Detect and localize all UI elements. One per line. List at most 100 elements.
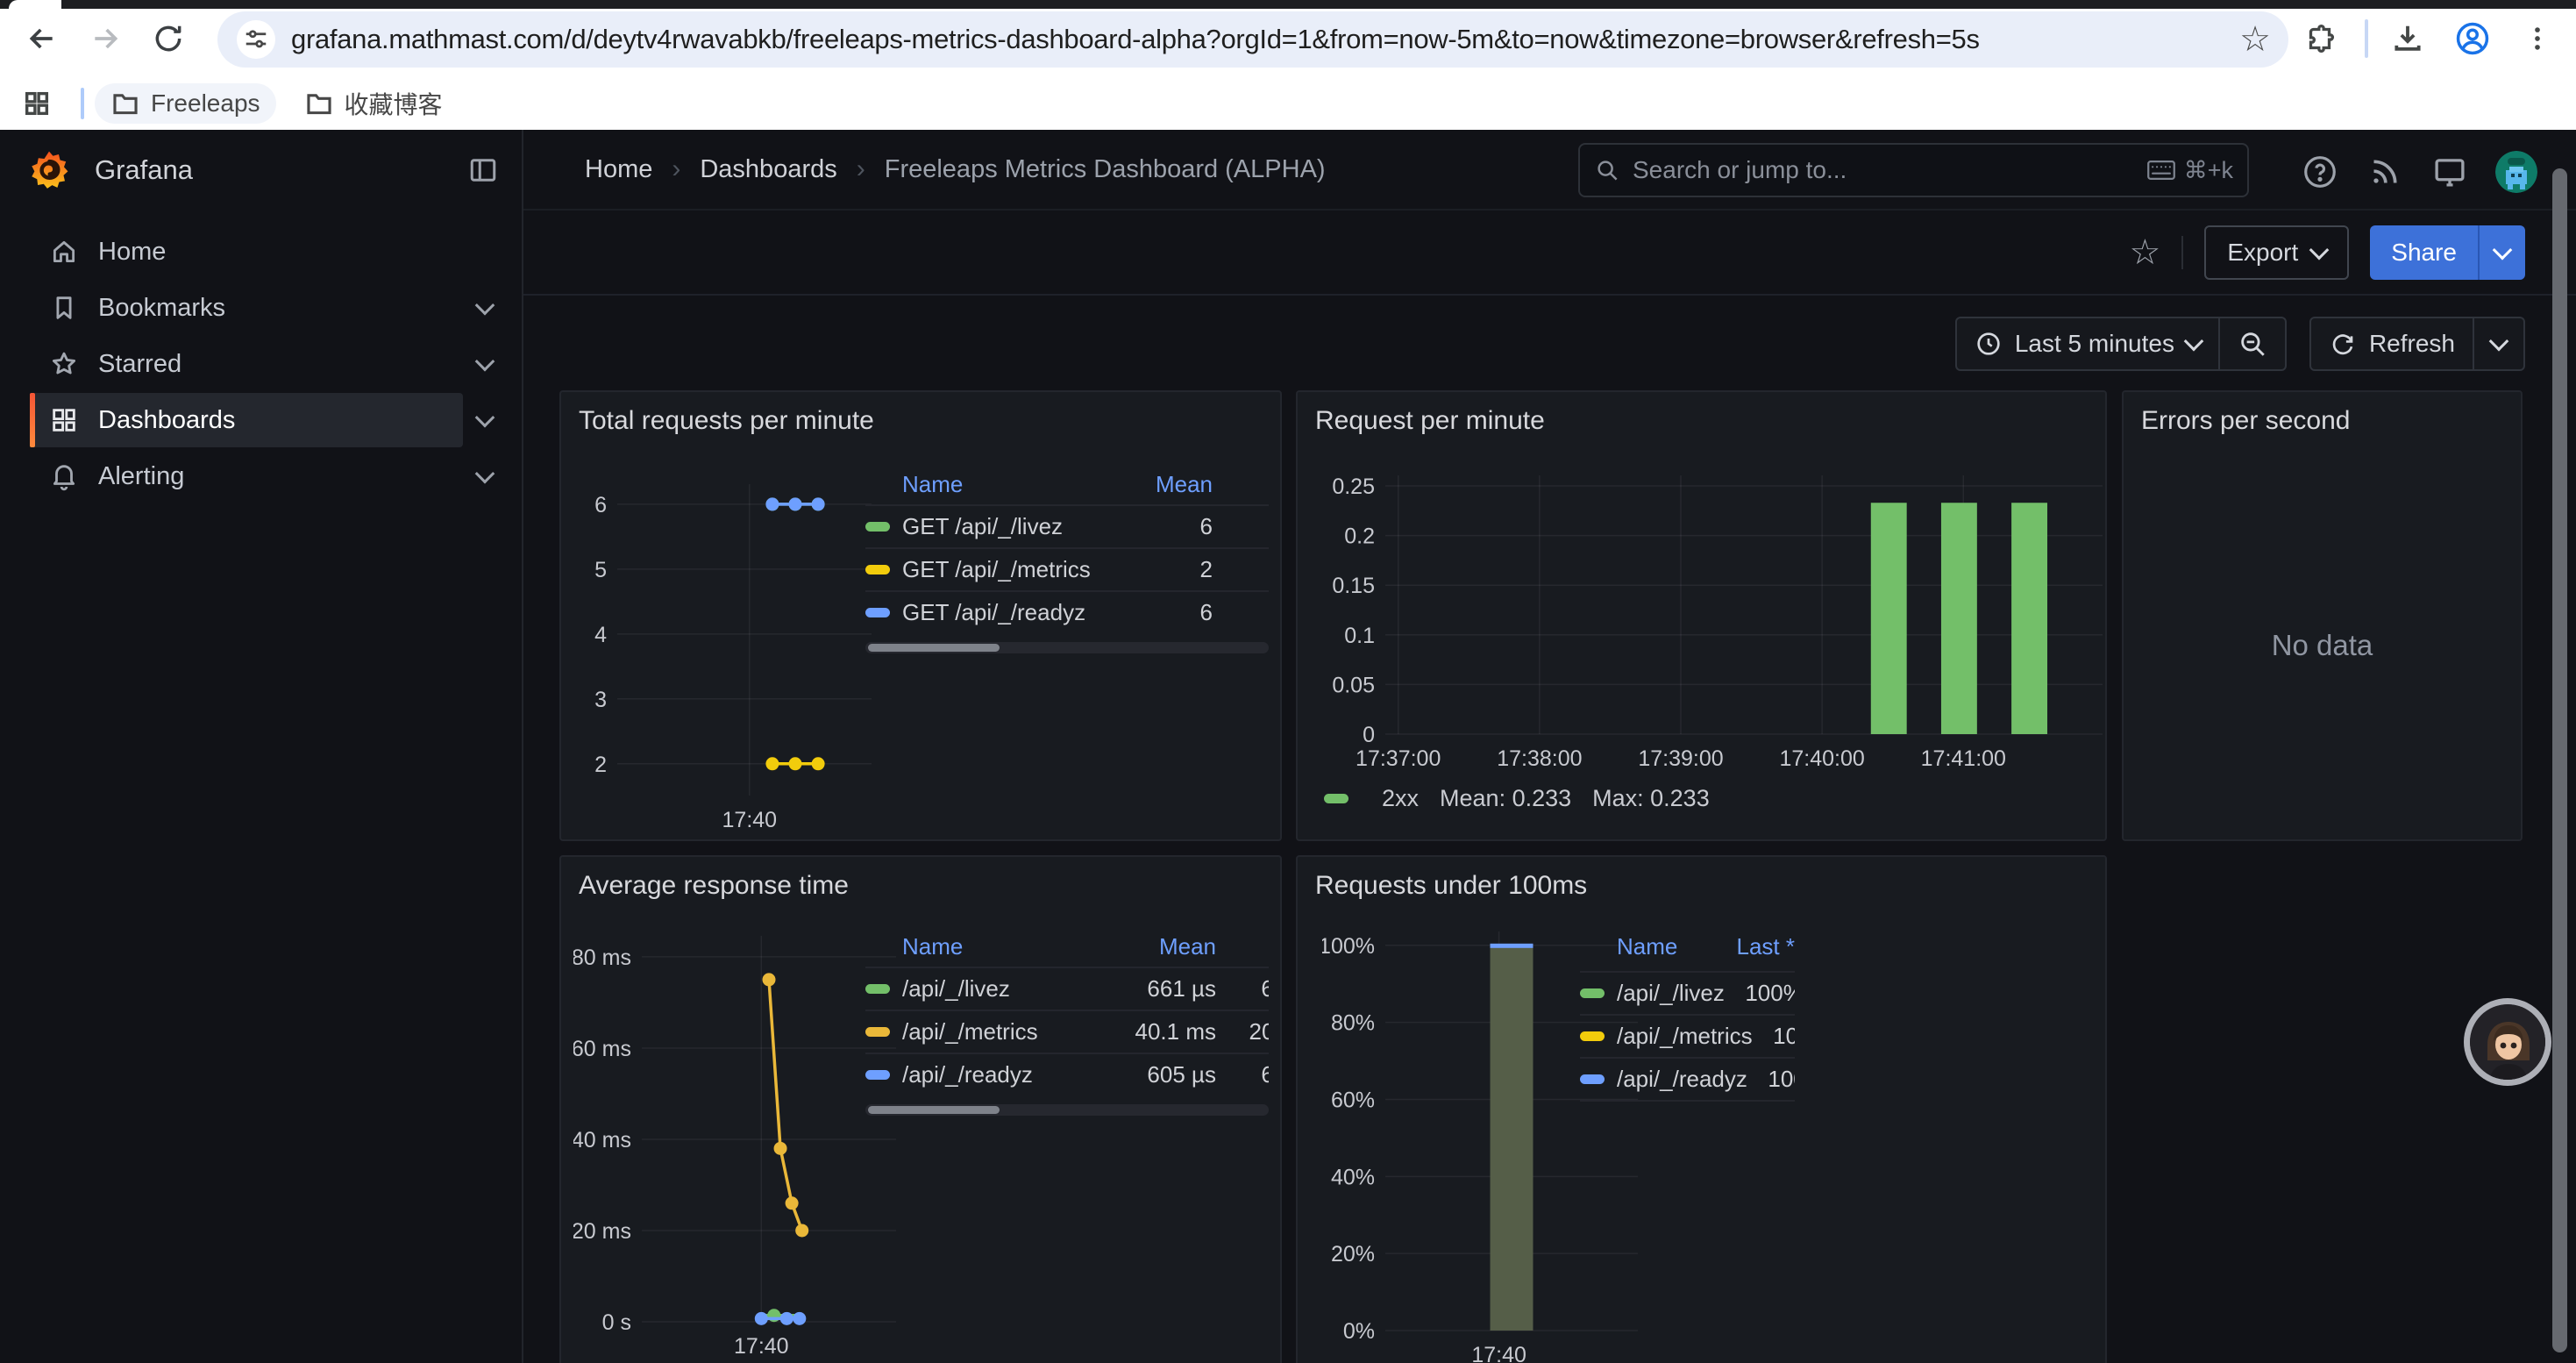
- series-name: GET /api/_/readyz: [902, 599, 1125, 626]
- time-range-picker[interactable]: Last 5 minutes: [1957, 318, 2218, 369]
- download-icon: [2391, 22, 2424, 55]
- time-range-label: Last 5 minutes: [2015, 330, 2174, 358]
- legend-col-last[interactable]: Last *: [1216, 933, 1269, 960]
- extensions-button[interactable]: [2295, 14, 2345, 63]
- series-last: 100%: [1747, 1066, 1795, 1093]
- reload-icon: [152, 22, 185, 55]
- legend-row[interactable]: /api/_/livez 661 µs 646 µs: [865, 967, 1269, 1010]
- page-scrollbar[interactable]: [2552, 168, 2567, 1352]
- url-text[interactable]: grafana.mathmast.com/d/deytv4rwavabkb/fr…: [291, 24, 2239, 55]
- panel-title[interactable]: Total requests per minute: [561, 392, 1280, 436]
- sidebar-item-label: Home: [98, 238, 166, 267]
- assistant-avatar[interactable]: [2464, 998, 2551, 1086]
- browser-menu-button[interactable]: [2513, 14, 2562, 63]
- svg-text:40%: 40%: [1331, 1165, 1375, 1189]
- zoom-out-button[interactable]: [2220, 318, 2285, 369]
- refresh-button[interactable]: Refresh: [2311, 318, 2473, 369]
- apps-grid-button[interactable]: [12, 79, 61, 128]
- series-mean: 40.1 ms: [1120, 1018, 1216, 1045]
- expand-bookmarks-button[interactable]: [466, 301, 504, 315]
- share-button[interactable]: Share: [2370, 225, 2478, 280]
- sidebar-link-starred[interactable]: Starred: [30, 337, 463, 391]
- panel-requests-under-100ms: Requests under 100ms 17:40100%80%60%40%2…: [1296, 855, 2107, 1363]
- series-mean: 2: [1125, 556, 1213, 583]
- sidebar-link-home[interactable]: Home: [30, 225, 463, 279]
- series-last: 100%: [1725, 980, 1795, 1007]
- panel-title[interactable]: Errors per second: [2124, 392, 2521, 436]
- url-bar[interactable]: grafana.mathmast.com/d/deytv4rwavabkb/fr…: [217, 11, 2288, 68]
- legend-row[interactable]: /api/_/readyz 605 µs 620 µs: [865, 1053, 1269, 1095]
- actions-separator: [2181, 236, 2183, 269]
- breadcrumb-separator: ›: [672, 154, 680, 184]
- legend-row[interactable]: GET /api/_/metrics 2: [865, 547, 1269, 590]
- user-avatar[interactable]: [2495, 151, 2537, 193]
- assistant-avatar-image: [2470, 1004, 2547, 1081]
- search-input[interactable]: Search or jump to... ⌘+k: [1578, 143, 2249, 197]
- legend-row[interactable]: GET /api/_/readyz 6: [865, 590, 1269, 633]
- svg-text:0.15: 0.15: [1332, 574, 1375, 598]
- sidebar-header: Grafana: [0, 130, 522, 211]
- sidebar-item-label: Starred: [98, 350, 181, 379]
- legend-table: Name Mean Last * /api/_/livez 661 µs 646…: [865, 926, 1269, 1116]
- legend-col-name[interactable]: Name: [902, 933, 1120, 960]
- folder-icon: [110, 89, 140, 118]
- legend-inline[interactable]: 2xx Mean: 0.233 Max: 0.233: [1324, 785, 1710, 812]
- breadcrumb-home[interactable]: Home: [585, 155, 652, 184]
- panel-title[interactable]: Requests under 100ms: [1298, 857, 2105, 901]
- legend-row[interactable]: /api/_/readyz 100%: [1580, 1057, 1795, 1102]
- sidebar-link-alerting[interactable]: Alerting: [30, 449, 463, 503]
- legend-row[interactable]: /api/_/metrics 40.1 ms 20.5 ms: [865, 1010, 1269, 1053]
- downloads-button[interactable]: [2383, 14, 2432, 63]
- refresh-interval-button[interactable]: [2474, 318, 2523, 369]
- sidebar-link-bookmarks[interactable]: Bookmarks: [30, 281, 463, 335]
- legend-col-mean[interactable]: Mean: [1125, 471, 1213, 498]
- reload-button[interactable]: [144, 14, 193, 63]
- breadcrumb-dashboards[interactable]: Dashboards: [700, 155, 836, 184]
- series-color-pill: [865, 1070, 890, 1080]
- legend-row[interactable]: GET /api/_/livez 6: [865, 504, 1269, 547]
- legend-col-last[interactable]: Last *: [1716, 933, 1795, 960]
- total-requests-chart[interactable]: 17:4065432: [579, 484, 872, 839]
- svg-text:17:40: 17:40: [734, 1334, 789, 1359]
- favorite-dashboard-button[interactable]: ☆: [2129, 235, 2160, 270]
- legend-row[interactable]: /api/_/livez 100%: [1580, 971, 1795, 1014]
- request-per-minute-chart[interactable]: 17:37:0017:38:0017:39:0017:40:0017:41:00…: [1322, 475, 2103, 776]
- no-data-message: No data: [2124, 629, 2521, 662]
- panel-title[interactable]: Average response time: [561, 857, 1280, 901]
- chevron-down-icon: [2184, 332, 2204, 352]
- share-button-group: Share: [2370, 225, 2525, 280]
- forward-button[interactable]: [81, 14, 130, 63]
- legend-scrollbar[interactable]: [865, 1104, 1269, 1116]
- legend-scrollbar-thumb[interactable]: [868, 1106, 1000, 1114]
- kiosk-mode-button[interactable]: [2430, 153, 2469, 191]
- sidebar-link-dashboards[interactable]: Dashboards: [30, 393, 463, 447]
- panel-title[interactable]: Request per minute: [1298, 392, 2105, 436]
- legend-row[interactable]: /api/_/metrics 100%: [1580, 1014, 1795, 1057]
- legend-scrollbar[interactable]: [865, 642, 1269, 653]
- news-button[interactable]: [2366, 153, 2404, 191]
- legend-col-name[interactable]: Name: [1617, 933, 1716, 960]
- window-top-strip: [0, 0, 2576, 9]
- site-settings-icon[interactable]: [237, 20, 275, 59]
- export-button[interactable]: Export: [2204, 225, 2349, 280]
- legend-scrollbar-thumb[interactable]: [868, 644, 1000, 652]
- bookmark-folder-blogs[interactable]: 收藏博客: [288, 83, 459, 124]
- expand-starred-button[interactable]: [466, 357, 504, 371]
- bookmark-star-icon[interactable]: ☆: [2239, 19, 2271, 60]
- profile-icon: [2454, 20, 2491, 57]
- help-icon: [2302, 153, 2338, 190]
- share-menu-button[interactable]: [2478, 225, 2525, 280]
- expand-alerting-button[interactable]: [466, 469, 504, 483]
- help-button[interactable]: [2301, 153, 2339, 191]
- refresh-label: Refresh: [2369, 330, 2455, 358]
- sidebar-toggle-button[interactable]: [464, 151, 502, 189]
- expand-dashboards-button[interactable]: [466, 413, 504, 427]
- grafana-sidebar: Grafana Home Bookmarks: [0, 130, 523, 1363]
- average-response-time-chart[interactable]: 17:4080 ms60 ms40 ms20 ms0 s: [573, 936, 896, 1363]
- legend-col-name[interactable]: Name: [902, 471, 1125, 498]
- profile-button[interactable]: [2448, 14, 2497, 63]
- bookmarks-bar: Freeleaps 收藏博客: [0, 77, 2576, 130]
- back-button[interactable]: [18, 14, 67, 63]
- bookmark-folder-freeleaps[interactable]: Freeleaps: [95, 83, 276, 124]
- legend-col-mean[interactable]: Mean: [1120, 933, 1216, 960]
